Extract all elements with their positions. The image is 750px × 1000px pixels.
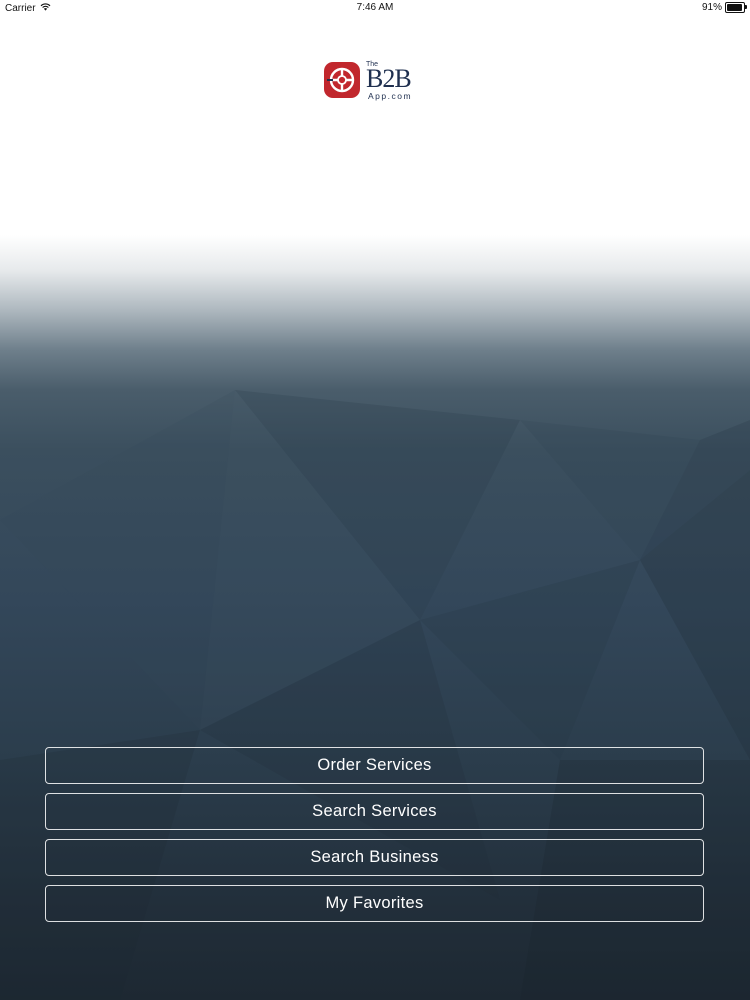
b2b-emblem-icon xyxy=(323,60,361,105)
logo-b2b: B2B xyxy=(366,64,412,93)
status-right: 91% xyxy=(701,2,747,13)
battery-fill xyxy=(727,4,742,11)
battery-icon xyxy=(725,2,747,13)
status-time: 7:46 AM xyxy=(356,2,394,13)
search-services-button[interactable]: Search Services xyxy=(45,793,704,830)
logo-app-com: App.com xyxy=(368,91,413,101)
b2b-app-logo: The B2B App.com xyxy=(323,60,427,104)
main-menu: Order Services Search Services Search Bu… xyxy=(45,747,704,931)
my-favorites-button[interactable]: My Favorites xyxy=(45,885,704,922)
battery-percent: 91% xyxy=(701,2,722,13)
logo-wordmark: The B2B App.com xyxy=(363,61,427,103)
status-bar: Carrier 7:46 AM 91% xyxy=(0,0,750,16)
search-business-button[interactable]: Search Business xyxy=(45,839,704,876)
home-screen: Carrier 7:46 AM 91% The B2B App.com Orde… xyxy=(0,0,750,1000)
order-services-button[interactable]: Order Services xyxy=(45,747,704,784)
